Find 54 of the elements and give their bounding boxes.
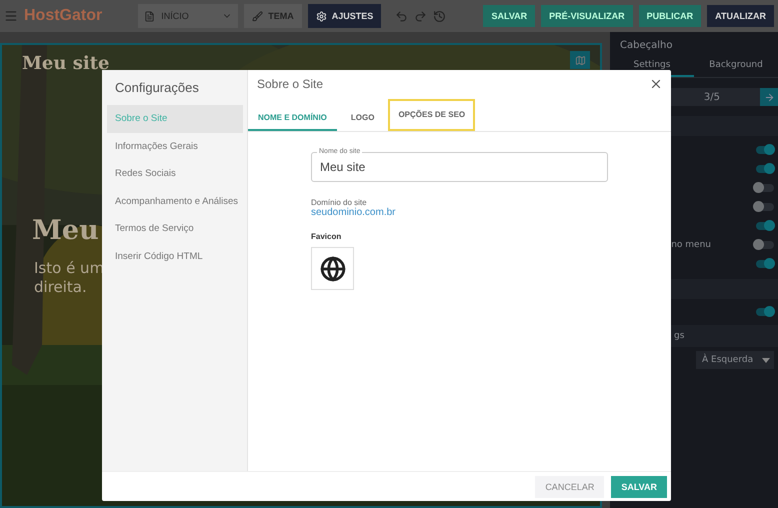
panel-tab[interactable]: Background bbox=[694, 55, 778, 77]
toggle-switch[interactable] bbox=[756, 222, 774, 230]
page-icon bbox=[144, 10, 156, 22]
sidebar-item[interactable]: Inserir Código HTML bbox=[107, 242, 243, 270]
toggle-switch[interactable] bbox=[756, 164, 774, 172]
action-button[interactable]: ATUALIZAR bbox=[707, 5, 774, 27]
map-icon[interactable] bbox=[570, 51, 590, 69]
toolbar-button[interactable]: TEMA bbox=[244, 4, 302, 28]
hero-text: direita. bbox=[34, 278, 87, 296]
panel-title: Cabeçalho bbox=[619, 39, 674, 53]
globe-icon bbox=[320, 256, 346, 282]
redo-icon[interactable] bbox=[414, 10, 428, 22]
history-icon[interactable] bbox=[433, 10, 446, 22]
sidebar-item[interactable]: Termos de Serviço bbox=[107, 215, 243, 242]
section-label: gs bbox=[674, 331, 684, 341]
action-button[interactable]: PUBLICAR bbox=[638, 5, 702, 27]
tab[interactable]: NOME E DOMÍNIO bbox=[248, 105, 337, 131]
next-button[interactable] bbox=[760, 88, 778, 106]
sidebar-item[interactable]: Redes Sociais bbox=[107, 160, 243, 188]
tab[interactable]: LOGO bbox=[340, 105, 384, 131]
toggle-switch[interactable] bbox=[756, 146, 774, 154]
favicon-label: Favicon bbox=[311, 232, 342, 241]
action-button[interactable]: PRÉ-VISUALIZAR bbox=[541, 5, 633, 27]
sidebar-title: Configurações bbox=[114, 80, 200, 97]
sidebar-item[interactable]: Informações Gerais bbox=[107, 132, 243, 160]
dialog-title: Sobre o Site bbox=[257, 77, 324, 91]
tab[interactable]: OPÇÕES DE SEO bbox=[388, 99, 476, 131]
toolbar-button[interactable]: AJUSTES bbox=[308, 4, 382, 28]
caret-icon bbox=[762, 358, 770, 362]
undo-icon[interactable] bbox=[395, 10, 408, 22]
close-icon[interactable] bbox=[649, 77, 663, 91]
toggle-switch[interactable] bbox=[756, 184, 774, 192]
site-title: Meu site bbox=[22, 53, 110, 74]
save-button[interactable]: SALVAR bbox=[611, 476, 667, 498]
domain-link[interactable]: seudominio.com.br bbox=[311, 207, 671, 218]
favicon-button[interactable] bbox=[311, 247, 354, 290]
logo: HostGator bbox=[24, 7, 102, 25]
menu-icon[interactable] bbox=[4, 9, 18, 23]
brush-icon bbox=[252, 10, 264, 22]
action-button[interactable]: SALVAR bbox=[483, 5, 536, 27]
toggle-switch[interactable] bbox=[756, 240, 774, 248]
gear-icon bbox=[316, 10, 327, 22]
toggle-switch[interactable] bbox=[756, 308, 774, 316]
toggle-label: no menu bbox=[671, 240, 711, 250]
cancel-button[interactable]: CANCELAR bbox=[535, 476, 604, 498]
arrow-right-icon bbox=[764, 92, 774, 102]
domain-label: Domínio do site bbox=[311, 198, 368, 207]
hero-title: Meu bbox=[32, 215, 99, 246]
align-select[interactable]: À Esquerda bbox=[696, 351, 774, 369]
sidebar-item[interactable]: Acompanhamento e Análises bbox=[107, 188, 243, 215]
toggle-switch[interactable] bbox=[756, 202, 774, 210]
toggle-switch[interactable] bbox=[756, 260, 774, 268]
page-select[interactable]: INÍCIO bbox=[138, 4, 238, 28]
page-counter: 3/5 bbox=[704, 92, 720, 102]
